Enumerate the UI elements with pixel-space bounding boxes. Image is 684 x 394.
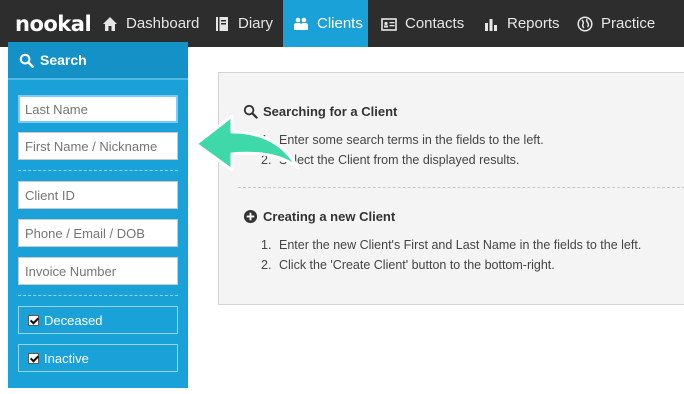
checkbox-checked-icon[interactable] (28, 352, 39, 364)
nav-contacts-label: Contacts (405, 15, 465, 32)
search-sidebar: Search Deceased Inactive (8, 42, 188, 388)
list-item: 2. Click the 'Create Client' button to th… (261, 258, 555, 272)
creating-title-text: Creating a new Client (263, 209, 396, 224)
invoice-number-input[interactable] (18, 257, 178, 285)
plus-circle-icon (243, 209, 258, 224)
globe-icon (577, 15, 593, 32)
nav-practice[interactable]: Practice (569, 0, 684, 47)
nav-reports[interactable]: Reports (475, 0, 563, 47)
creating-section-title: Creating a new Client (243, 209, 395, 224)
last-name-input[interactable] (18, 95, 178, 123)
pointer-arrow-icon (194, 114, 300, 172)
search-tab-label: Search (40, 52, 87, 68)
first-name-input[interactable] (18, 132, 178, 160)
home-icon (102, 16, 118, 32)
help-panel: Searching for a Client 1.Enter some sear… (218, 72, 684, 305)
search-tab[interactable]: Search (8, 42, 188, 78)
nav-clients[interactable]: Clients (283, 0, 368, 47)
reports-icon (483, 16, 499, 32)
list-item: 1. Enter the new Client's First and Last … (261, 238, 642, 252)
search-icon (19, 53, 34, 68)
deceased-checkbox[interactable]: Deceased (18, 306, 178, 334)
nav-dashboard-label: Dashboard (126, 15, 200, 32)
phone-email-dob-input[interactable] (18, 219, 178, 247)
checkbox-checked-icon[interactable] (28, 314, 39, 326)
nav-dashboard[interactable]: Dashboard (96, 0, 202, 47)
nav-practice-label: Practice (601, 15, 656, 32)
sidebar-divider (18, 295, 178, 296)
client-id-input[interactable] (18, 181, 178, 209)
top-navigation: nookal Dashboard Diary Clients Contacts … (0, 0, 684, 47)
nav-reports-label: Reports (507, 15, 560, 32)
inactive-checkbox[interactable]: Inactive (18, 344, 178, 372)
inactive-label: Inactive (44, 350, 89, 366)
clients-icon (293, 16, 309, 32)
diary-icon (214, 16, 230, 32)
contacts-icon (381, 16, 397, 32)
sidebar-divider (18, 170, 178, 171)
creating-steps: 1. Enter the new Client's First and Last … (261, 235, 641, 275)
app-logo[interactable]: nookal (15, 10, 92, 38)
nav-diary-label: Diary (238, 15, 274, 32)
nav-contacts[interactable]: Contacts (374, 0, 470, 47)
deceased-label: Deceased (44, 312, 103, 328)
nav-diary[interactable]: Diary (207, 0, 283, 47)
nav-clients-label: Clients (317, 15, 363, 32)
search-tab-underline (8, 78, 188, 80)
